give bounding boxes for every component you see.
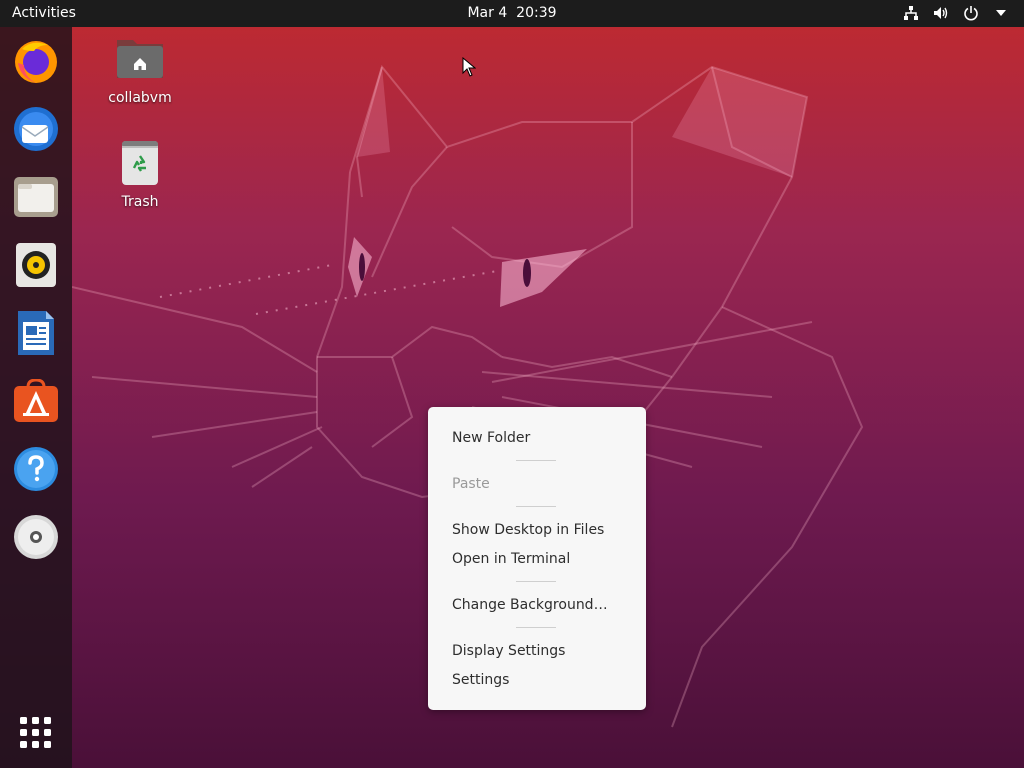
clock-button[interactable]: Mar 4 20:39 [467,5,556,21]
dvd-icon[interactable] [12,513,60,561]
clock: Mar 4 20:39 [0,5,1024,21]
desktop-trash[interactable]: Trash [90,140,190,210]
dock [0,27,72,768]
menu-item-new-folder[interactable]: New Folder [428,425,646,451]
menu-separator [516,581,556,582]
top-bar: Activities Mar 4 20:39 [0,0,1024,27]
home-folder-label: collabvm [108,90,172,106]
menu-item-paste: Paste [452,476,490,492]
firefox-icon[interactable] [12,37,60,85]
menu-item-display-settings[interactable]: Display Settings [428,638,646,664]
menu-separator [516,627,556,628]
menu-item-show-desktop-in-files[interactable]: Show Desktop in Files [428,517,646,543]
app-grid-icon[interactable] [12,709,60,757]
menu-separator [516,460,556,461]
desktop-context-menu: New Folder Paste Show Desktop in Files O… [428,407,646,710]
menu-item-settings[interactable]: Settings [428,667,646,693]
ubuntu-software-icon[interactable] [12,377,60,425]
volume-icon[interactable] [932,4,950,22]
dropdown-arrow-icon[interactable] [992,4,1010,22]
network-icon[interactable] [902,4,920,22]
libreoffice-writer-icon[interactable] [12,309,60,357]
power-icon[interactable] [962,4,980,22]
menu-item-change-background[interactable]: Change Background… [428,592,646,618]
trash-label: Trash [121,194,159,210]
system-menu[interactable] [902,4,1010,22]
trash-icon [114,140,166,192]
help-icon[interactable] [12,445,60,493]
thunderbird-icon[interactable] [12,105,60,153]
menu-separator [516,506,556,507]
clock-time: 20:39 [516,5,557,21]
rhythmbox-icon[interactable] [12,241,60,289]
files-icon[interactable] [12,173,60,221]
clock-date: Mar 4 [467,5,508,21]
menu-item-open-in-terminal[interactable]: Open in Terminal [428,546,646,572]
activities-button[interactable]: Activities [12,5,76,21]
desktop-home-folder[interactable]: collabvm [90,36,190,106]
mouse-cursor-icon [462,57,476,77]
home-folder-icon [114,36,166,88]
